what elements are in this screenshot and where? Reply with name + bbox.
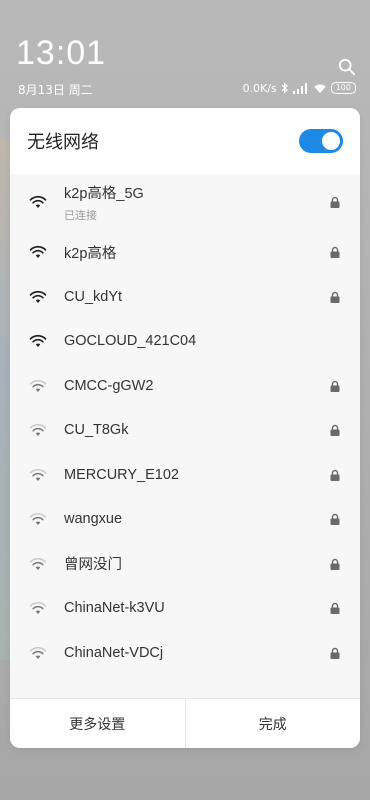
wifi-icon bbox=[29, 195, 47, 208]
battery-indicator: 100 bbox=[330, 82, 356, 94]
network-ssid: wangxue bbox=[64, 511, 123, 528]
network-row[interactable]: ChinaNet-k3VU bbox=[10, 586, 360, 631]
network-row[interactable]: GOCLOUD_421C04 bbox=[10, 319, 360, 364]
wifi-icon bbox=[29, 335, 47, 348]
network-ssid: CU_T8Gk bbox=[64, 422, 129, 439]
wifi-toggle[interactable] bbox=[299, 129, 343, 153]
wifi-header: 无线网络 bbox=[10, 108, 360, 174]
network-row[interactable]: CU_kdYt bbox=[10, 275, 360, 320]
network-info: CU_T8Gk bbox=[64, 422, 329, 438]
date-text: 8月13日 周二 bbox=[18, 83, 93, 97]
wifi-icon bbox=[29, 290, 47, 303]
wifi-panel: 无线网络 k2p高格_5G 已连接 k2p高格 CU_kdYt GOCLOUD_421C… bbox=[10, 108, 360, 748]
done-button[interactable]: 完成 bbox=[186, 699, 361, 748]
network-info: 曾网没门 bbox=[64, 553, 329, 574]
network-ssid: MERCURY_E102 bbox=[64, 466, 179, 483]
network-row[interactable]: k2p高格 bbox=[10, 230, 360, 275]
status-bar: 13:01 8月13日 周二 0.0K/s 100 bbox=[0, 0, 370, 100]
wifi-status-icon bbox=[313, 84, 326, 93]
network-row[interactable]: 曾网没门 bbox=[10, 542, 360, 587]
wifi-icon bbox=[29, 468, 47, 481]
network-info: MERCURY_E102 bbox=[64, 467, 329, 483]
lock-icon bbox=[330, 380, 340, 392]
network-ssid: CU_kdYt bbox=[64, 288, 123, 305]
wifi-icon bbox=[29, 246, 47, 259]
network-ssid: GOCLOUD_421C04 bbox=[64, 333, 197, 350]
network-info: ChinaNet-VDCj bbox=[64, 645, 329, 661]
wifi-icon bbox=[29, 646, 47, 659]
network-row[interactable]: k2p高格_5G 已连接 bbox=[10, 174, 360, 230]
network-ssid: 曾网没门 bbox=[64, 557, 122, 574]
network-ssid: k2p高格_5G bbox=[64, 185, 144, 202]
network-row[interactable]: ChinaNet-VDCj bbox=[10, 631, 360, 676]
network-status: 已连接 bbox=[64, 208, 97, 222]
toggle-knob bbox=[322, 132, 340, 150]
lock-icon bbox=[330, 196, 340, 208]
network-info: ChinaNet-k3VU bbox=[64, 600, 329, 616]
network-ssid: CMCC-gGW2 bbox=[64, 377, 154, 394]
signal-icon bbox=[292, 82, 307, 94]
clock-time: 13:01 bbox=[16, 34, 107, 72]
network-info: wangxue bbox=[64, 511, 329, 527]
network-info: CU_kdYt bbox=[64, 289, 329, 305]
network-list: k2p高格_5G 已连接 k2p高格 CU_kdYt GOCLOUD_421C04 CMC… bbox=[10, 174, 360, 698]
wifi-icon bbox=[29, 424, 47, 437]
lock-icon bbox=[330, 425, 340, 437]
network-row[interactable]: CMCC-gGW2 bbox=[10, 364, 360, 409]
lock-icon bbox=[330, 647, 340, 659]
network-info: k2p高格 bbox=[64, 242, 329, 263]
panel-footer: 更多设置 完成 bbox=[10, 698, 360, 748]
network-info: k2p高格_5G 已连接 bbox=[64, 182, 329, 223]
lock-icon bbox=[330, 603, 340, 615]
wifi-title: 无线网络 bbox=[27, 132, 99, 153]
network-info: CMCC-gGW2 bbox=[64, 378, 329, 394]
network-row[interactable]: CU_T8Gk bbox=[10, 408, 360, 453]
wifi-icon bbox=[29, 557, 47, 570]
network-row[interactable]: MERCURY_E102 bbox=[10, 453, 360, 498]
lock-icon bbox=[330, 558, 340, 570]
lock-icon bbox=[330, 469, 340, 481]
search-icon[interactable] bbox=[338, 58, 356, 76]
network-ssid: ChinaNet-VDCj bbox=[64, 644, 164, 661]
status-icons: 0.0K/s 100 bbox=[243, 80, 356, 96]
network-ssid: k2p高格 bbox=[64, 245, 117, 262]
bluetooth-icon bbox=[281, 82, 288, 94]
wifi-icon bbox=[29, 513, 47, 526]
lock-icon bbox=[330, 247, 340, 259]
more-settings-button[interactable]: 更多设置 bbox=[10, 699, 185, 748]
network-row[interactable]: wangxue bbox=[10, 497, 360, 542]
lock-icon bbox=[330, 291, 340, 303]
lock-icon bbox=[330, 514, 340, 526]
net-speed: 0.0K/s bbox=[242, 81, 277, 95]
network-info: GOCLOUD_421C04 bbox=[64, 333, 341, 349]
wifi-icon bbox=[29, 602, 47, 615]
network-ssid: ChinaNet-k3VU bbox=[64, 600, 165, 617]
wifi-icon bbox=[29, 379, 47, 392]
